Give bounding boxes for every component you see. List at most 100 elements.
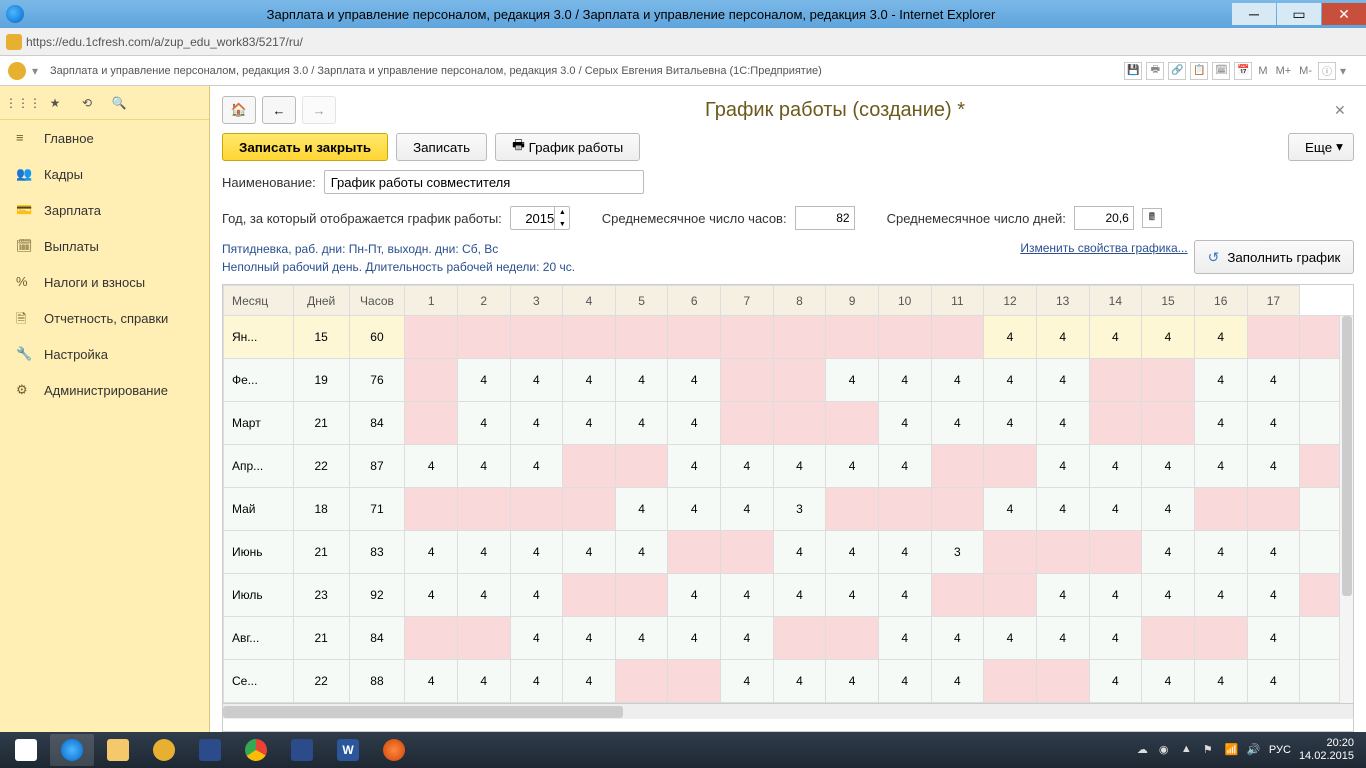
grid-cell[interactable]: 4 (878, 660, 931, 703)
grid-header[interactable]: 10 (878, 286, 931, 316)
grid-cell[interactable] (668, 531, 721, 574)
grid-cell[interactable]: 4 (1194, 531, 1247, 574)
grid-cell[interactable]: 4 (1247, 617, 1300, 660)
grid-cell[interactable]: 4 (615, 402, 668, 445)
grid-cell[interactable] (1142, 617, 1195, 660)
url-text[interactable]: https://edu.1cfresh.com/a/zup_edu_work83… (26, 35, 303, 49)
grid-cell[interactable]: 4 (1089, 660, 1142, 703)
grid-header[interactable]: 9 (826, 286, 879, 316)
memory-m[interactable]: М (1256, 65, 1269, 77)
grid-cell[interactable]: 4 (1089, 617, 1142, 660)
close-page-button[interactable]: ✕ (1334, 102, 1354, 119)
grid-cell[interactable]: 21 (293, 402, 349, 445)
grid-cell[interactable]: 4 (405, 574, 458, 617)
grid-header[interactable]: 2 (457, 286, 510, 316)
grid-cell[interactable]: 4 (405, 531, 458, 574)
grid-cell[interactable]: 4 (1089, 488, 1142, 531)
grid-cell[interactable]: 84 (349, 617, 405, 660)
grid-header[interactable]: 15 (1142, 286, 1195, 316)
info-icon[interactable]: ⓘ (1318, 62, 1336, 80)
grid-cell[interactable] (615, 445, 668, 488)
grid-cell[interactable]: 4 (457, 660, 510, 703)
grid-cell[interactable]: 22 (293, 660, 349, 703)
grid-cell[interactable]: 4 (457, 531, 510, 574)
grid-cell[interactable]: 4 (668, 402, 721, 445)
taskbar-ie[interactable] (50, 734, 94, 766)
grid-cell[interactable]: 60 (349, 316, 405, 359)
save-button[interactable]: Записать (396, 133, 487, 161)
grid-cell[interactable] (510, 316, 563, 359)
grid-cell[interactable]: 4 (510, 617, 563, 660)
grid-cell[interactable]: 23 (293, 574, 349, 617)
grid-cell[interactable] (826, 402, 879, 445)
grid-cell[interactable] (773, 402, 826, 445)
grid-header[interactable]: Месяц (224, 286, 294, 316)
grid-header[interactable]: 1 (405, 286, 458, 316)
grid-cell[interactable]: 4 (1142, 445, 1195, 488)
search-icon[interactable]: 🔍 (110, 94, 128, 112)
grid-cell[interactable] (563, 488, 616, 531)
grid-cell[interactable]: 4 (563, 402, 616, 445)
horizontal-scrollbar[interactable] (223, 703, 1353, 719)
grid-cell[interactable]: 4 (1194, 402, 1247, 445)
grid-cell[interactable]: 4 (1194, 445, 1247, 488)
grid-cell[interactable]: 18 (293, 488, 349, 531)
grid-cell[interactable] (1194, 488, 1247, 531)
start-button[interactable] (4, 734, 48, 766)
grid-cell[interactable]: 4 (931, 359, 984, 402)
grid-header[interactable]: 12 (984, 286, 1037, 316)
maximize-button[interactable]: ▭ (1277, 3, 1321, 25)
grid-cell[interactable]: 4 (931, 617, 984, 660)
grid-cell[interactable] (615, 574, 668, 617)
grid-cell[interactable]: 4 (1036, 316, 1089, 359)
grid-cell[interactable]: 4 (457, 402, 510, 445)
grid-cell[interactable] (405, 402, 458, 445)
history-icon[interactable]: ⟲ (78, 94, 96, 112)
grid-cell[interactable]: 4 (510, 445, 563, 488)
taskbar-chrome[interactable] (234, 734, 278, 766)
grid-cell[interactable]: 4 (1247, 660, 1300, 703)
close-button[interactable]: ✕ (1322, 3, 1366, 25)
grid-header[interactable]: 4 (563, 286, 616, 316)
grid-cell[interactable]: 4 (878, 531, 931, 574)
taskbar-1c[interactable] (142, 734, 186, 766)
avg-hours-value[interactable]: 82 (795, 206, 855, 230)
sidebar-item-nastroika[interactable]: 🔧Настройка (0, 336, 209, 372)
grid-cell[interactable]: 4 (1036, 445, 1089, 488)
grid-cell[interactable]: Се... (224, 660, 294, 703)
grid-cell[interactable] (721, 531, 774, 574)
grid-cell[interactable]: 4 (878, 402, 931, 445)
dropdown-icon[interactable]: ▾ (32, 64, 44, 78)
taskbar-explorer[interactable] (96, 734, 140, 766)
grid-cell[interactable] (931, 445, 984, 488)
grid-header[interactable]: 6 (668, 286, 721, 316)
grid-cell[interactable]: 4 (1036, 359, 1089, 402)
grid-cell[interactable]: Июль (224, 574, 294, 617)
grid-header[interactable]: 14 (1089, 286, 1142, 316)
grid-cell[interactable] (668, 660, 721, 703)
tray-network-icon[interactable]: 📶 (1225, 743, 1239, 757)
sidebar-item-nalogi[interactable]: %Налоги и взносы (0, 264, 209, 300)
vertical-scrollbar[interactable] (1339, 316, 1353, 715)
grid-cell[interactable] (457, 617, 510, 660)
grid-cell[interactable] (563, 445, 616, 488)
grid-cell[interactable]: 4 (668, 445, 721, 488)
grid-cell[interactable] (563, 316, 616, 359)
year-up-button[interactable]: ▲ (555, 206, 570, 218)
minimize-button[interactable]: ─ (1232, 3, 1276, 25)
grid-cell[interactable] (826, 617, 879, 660)
grid-cell[interactable]: 4 (563, 531, 616, 574)
grid-cell[interactable]: 4 (984, 316, 1037, 359)
grid-cell[interactable] (405, 359, 458, 402)
menu-icon[interactable]: ⋮⋮⋮ (14, 94, 32, 112)
grid-cell[interactable]: 71 (349, 488, 405, 531)
grid-cell[interactable]: 21 (293, 617, 349, 660)
clipboard-icon[interactable]: 📋 (1190, 62, 1208, 80)
grid-cell[interactable]: 4 (773, 531, 826, 574)
sidebar-item-main[interactable]: ≡Главное (0, 120, 209, 156)
grid-header[interactable]: Дней (293, 286, 349, 316)
save-icon[interactable]: 💾 (1124, 62, 1142, 80)
grid-cell[interactable] (1247, 316, 1300, 359)
grid-cell[interactable]: 21 (293, 531, 349, 574)
forward-button[interactable]: → (302, 96, 336, 124)
